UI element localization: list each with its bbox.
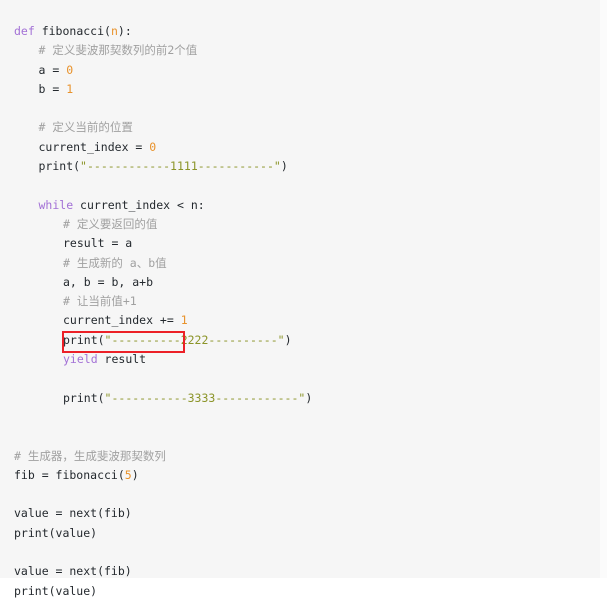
- code-line: fib = fibonacci(5): [0, 466, 600, 485]
- code-line: while current_index < n:: [0, 196, 600, 215]
- code-line: # 定义要返回的值: [0, 215, 600, 234]
- code-line: # 生成器，生成斐波那契数列: [0, 447, 600, 466]
- code-line: # 让当前值+1: [0, 292, 600, 311]
- code-line: # 生成新的 a、b值: [0, 254, 600, 273]
- code-token: yield: [63, 352, 98, 367]
- code-token: "------------1111-----------": [80, 159, 281, 174]
- code-line: print("-----------3333------------"): [0, 389, 600, 408]
- code-line: value = next(fib): [0, 562, 600, 581]
- code-token: ): [280, 159, 288, 174]
- code-line: value = next(fib): [0, 504, 600, 523]
- code-line: current_index = 0: [0, 138, 600, 157]
- code-block: def fibonacci(n): # 定义斐波那契数列的前2个值 a = 0b =…: [0, 0, 600, 598]
- code-token: # 生成器，生成斐波那契数列: [14, 448, 166, 463]
- code-token: a, b = b, a+b: [63, 274, 154, 289]
- code-token: ): [131, 467, 139, 482]
- code-token: ):: [117, 24, 132, 38]
- code-token: result = a: [63, 236, 133, 251]
- code-token: # 定义斐波那契数列的前2个值: [38, 43, 198, 58]
- code-token: value = next(fib): [14, 506, 132, 521]
- code-token: current_index < n:: [73, 197, 205, 212]
- code-line: a = 0: [0, 61, 600, 80]
- code-token: a =: [38, 62, 67, 77]
- code-token: # 生成新的 a、b值: [63, 255, 167, 270]
- code-token: print(: [38, 159, 81, 174]
- code-token: ): [305, 390, 313, 405]
- code-line: # 定义当前的位置: [0, 118, 600, 137]
- code-token: value = next(fib): [14, 564, 132, 579]
- code-token: ): [284, 332, 292, 347]
- code-token: 0: [66, 62, 74, 77]
- code-line: yield result: [0, 350, 600, 369]
- code-token: print(value): [14, 583, 98, 598]
- code-line: def fibonacci(n):: [0, 22, 600, 41]
- code-line: print("----------2222----------"): [0, 331, 600, 350]
- code-token: fib = fibonacci(: [14, 467, 125, 482]
- code-token: print(: [63, 332, 105, 347]
- code-token: print(: [63, 390, 105, 405]
- code-token: # 定义要返回的值: [63, 216, 158, 231]
- code-line: print(value): [0, 524, 600, 543]
- code-token: fibonacci: [41, 24, 105, 38]
- right-margin-strip: [600, 0, 607, 578]
- code-token: # 让当前值+1: [63, 294, 137, 309]
- code-line: a, b = b, a+b: [0, 273, 600, 292]
- code-token: "-----------3333------------": [104, 390, 306, 405]
- code-line: print(value): [0, 582, 600, 601]
- code-token: n: [110, 24, 118, 38]
- code-token: while: [38, 197, 74, 212]
- code-token: b =: [38, 81, 67, 96]
- code-token: (: [104, 24, 111, 38]
- code-line: result = a: [0, 234, 600, 253]
- code-token: current_index +=: [63, 313, 181, 328]
- code-token: 0: [149, 139, 157, 154]
- code-token: 1: [66, 81, 74, 96]
- code-line: current_index += 1: [0, 311, 600, 330]
- code-lines-container: def fibonacci(n): # 定义斐波那契数列的前2个值 a = 0b =…: [0, 22, 600, 601]
- code-token: def: [14, 24, 42, 38]
- code-token: 5: [124, 467, 132, 482]
- code-token: # 定义当前的位置: [38, 120, 133, 135]
- code-token: "----------2222----------": [104, 332, 285, 347]
- code-line: # 定义斐波那契数列的前2个值: [0, 41, 600, 60]
- code-line: b = 1: [0, 80, 600, 99]
- code-token: result: [97, 352, 147, 367]
- code-token: print(value): [14, 525, 98, 540]
- code-line: print("------------1111-----------"): [0, 157, 600, 176]
- code-token: current_index =: [38, 139, 150, 154]
- code-token: 1: [180, 313, 188, 328]
